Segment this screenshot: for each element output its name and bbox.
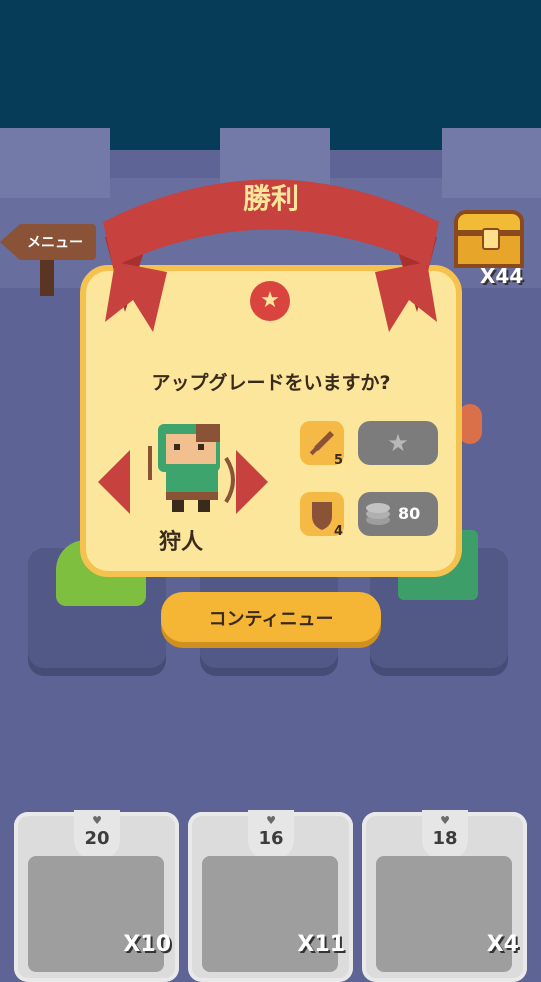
- heart-icon: ♥: [92, 814, 102, 827]
- previous-character-arrow-icon[interactable]: [98, 450, 130, 514]
- hp-badge: ♥ 18: [422, 810, 468, 860]
- wall-merlon: [0, 128, 110, 198]
- treasure-chest-icon[interactable]: [450, 210, 528, 268]
- upgrade-prompt: アップグレードをいますか?: [151, 372, 391, 394]
- heart-icon: ♥: [266, 814, 276, 827]
- wall-merlon: [442, 128, 541, 198]
- upgrade-star-button[interactable]: ★: [358, 421, 438, 465]
- hunter-character-portrait: [148, 424, 235, 512]
- heart-icon: ♥: [440, 814, 450, 827]
- character-card[interactable]: ♥ 20 X10: [14, 810, 179, 982]
- hp-badge: ♥ 20: [74, 810, 120, 860]
- star-glyph: ★: [260, 288, 280, 313]
- next-character-arrow-icon[interactable]: [236, 450, 268, 514]
- menu-label: メニュー: [27, 235, 83, 251]
- character-name: 狩人: [158, 530, 203, 555]
- card-quantity: X10: [123, 932, 171, 957]
- continue-label: コンティニュー: [208, 609, 334, 630]
- star-icon: ★: [387, 429, 409, 457]
- hp-badge: ♥ 16: [248, 810, 294, 860]
- card-hp: 16: [258, 828, 284, 849]
- defense-value: 4: [334, 524, 344, 539]
- upgrade-cost-value: 80: [398, 504, 421, 523]
- card-quantity: X4: [486, 932, 519, 957]
- star-badge-icon: ★: [250, 281, 290, 321]
- continue-button[interactable]: コンティニュー: [161, 592, 381, 642]
- card-quantity: X11: [297, 932, 345, 957]
- card-hp: 18: [432, 828, 458, 849]
- banner-title: 勝利: [243, 182, 299, 215]
- attack-value: 5: [334, 453, 344, 468]
- card-hp: 20: [84, 828, 110, 849]
- signpost-arrow-icon: [0, 224, 20, 260]
- coin-stack-icon: [366, 503, 390, 525]
- character-card[interactable]: ♥ 16 X11: [188, 810, 353, 982]
- character-card[interactable]: ♥ 18 X4: [362, 810, 527, 982]
- chest-count: X44: [480, 264, 524, 288]
